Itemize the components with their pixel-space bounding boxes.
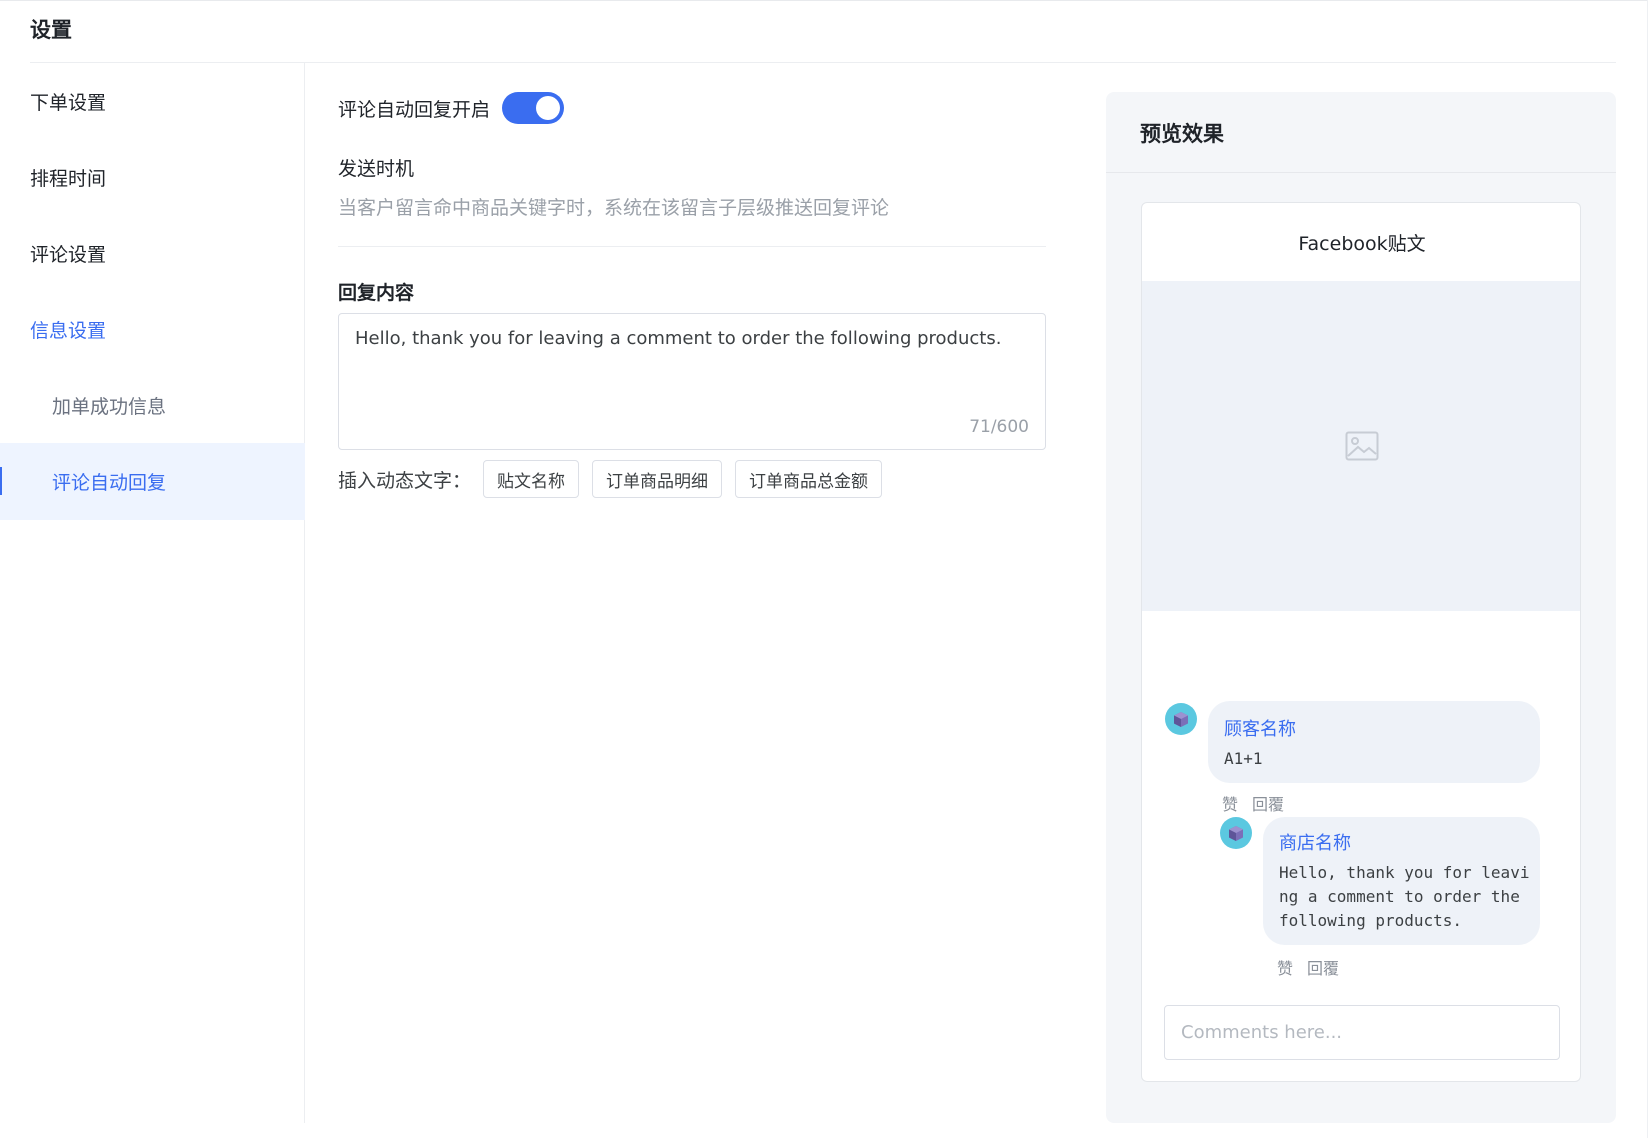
- customer-comment-actions: 赞 回覆: [1222, 791, 1298, 815]
- insert-order-total-button[interactable]: 订单商品总金额: [735, 460, 883, 498]
- shop-name[interactable]: 商店名称: [1279, 829, 1351, 855]
- customer-avatar: [1165, 703, 1197, 735]
- section-divider: [338, 246, 1046, 247]
- insert-post-name-button[interactable]: 贴文名称: [483, 460, 580, 498]
- send-timing-description: 当客户留言命中商品关键字时，系统在该留言子层级推送回复评论: [338, 197, 890, 219]
- shop-reply-link[interactable]: 回覆: [1307, 955, 1339, 979]
- customer-name[interactable]: 顾客名称: [1224, 715, 1296, 741]
- shop-message-line-1: Hello, thank you for leavi: [1279, 863, 1530, 882]
- sidebar-item-add-order-success[interactable]: 加单成功信息: [0, 367, 305, 444]
- shop-avatar: [1220, 817, 1252, 849]
- reply-content-value: Hello, thank you for leaving a comment t…: [355, 328, 1002, 349]
- sidebar-item-comment-settings[interactable]: 评论设置: [0, 215, 305, 292]
- shop-reply-bubble: 商店名称 Hello, thank you for leavi ng a com…: [1263, 817, 1540, 945]
- sidebar-item-schedule-time[interactable]: 排程时间: [0, 139, 305, 216]
- image-icon: [1345, 431, 1379, 461]
- reply-char-count: 71/600: [969, 417, 1029, 437]
- sidebar-item-message-settings[interactable]: 信息设置: [0, 291, 305, 368]
- preview-title: 预览效果: [1140, 122, 1224, 146]
- post-image-placeholder: [1142, 281, 1580, 611]
- sidebar-item-comment-auto-reply[interactable]: 评论自动回复: [0, 443, 305, 520]
- reply-content-textarea[interactable]: Hello, thank you for leaving a comment t…: [338, 313, 1046, 450]
- send-timing-label: 发送时机: [338, 158, 415, 180]
- shop-message-line-2: ng a comment to order the: [1279, 887, 1520, 906]
- facebook-post-title: Facebook贴文: [1298, 233, 1426, 255]
- facebook-post-card: Facebook贴文 顾客名称 A1+1 赞 回覆 商店名称 Hello, th…: [1141, 202, 1581, 1082]
- shop-reply-actions: 赞 回覆: [1277, 955, 1353, 979]
- auto-reply-switch[interactable]: [502, 92, 565, 124]
- sidebar-item-order-settings[interactable]: 下单设置: [0, 63, 305, 140]
- cube-avatar-icon: [1174, 711, 1188, 727]
- customer-reply-link[interactable]: 回覆: [1252, 791, 1284, 815]
- sidebar: 下单设置 排程时间 评论设置 信息设置 加单成功信息 评论自动回复: [0, 63, 305, 1123]
- customer-like-link[interactable]: 赞: [1222, 791, 1238, 815]
- top-border: [0, 0, 1648, 1]
- customer-comment-bubble: 顾客名称 A1+1: [1208, 701, 1540, 783]
- shop-message-line-3: following products.: [1279, 911, 1463, 930]
- cube-avatar-icon: [1229, 825, 1243, 841]
- preview-divider: [1106, 172, 1616, 173]
- shop-like-link[interactable]: 赞: [1277, 955, 1293, 979]
- auto-reply-toggle-label: 评论自动回复开启: [338, 98, 491, 121]
- insert-order-items-button[interactable]: 订单商品明细: [592, 460, 723, 498]
- switch-knob: [536, 96, 561, 120]
- customer-message: A1+1: [1224, 749, 1263, 768]
- insert-dynamic-text-label: 插入动态文字：: [338, 469, 472, 492]
- insert-dynamic-text-row: 插入动态文字： 贴文名称 订单商品明细 订单商品总金额: [338, 460, 895, 498]
- reply-content-title: 回复内容: [338, 282, 415, 304]
- preview-panel: 预览效果 Facebook贴文 顾客名称 A1+1 赞 回覆 商店名称 Hell…: [1106, 92, 1616, 1123]
- comment-input[interactable]: [1164, 1005, 1560, 1060]
- auto-reply-toggle-row: 评论自动回复开启: [338, 92, 565, 124]
- page-title: 设置: [30, 18, 72, 42]
- settings-page: 设置 下单设置 排程时间 评论设置 信息设置 加单成功信息 评论自动回复 评论自…: [0, 0, 1648, 1138]
